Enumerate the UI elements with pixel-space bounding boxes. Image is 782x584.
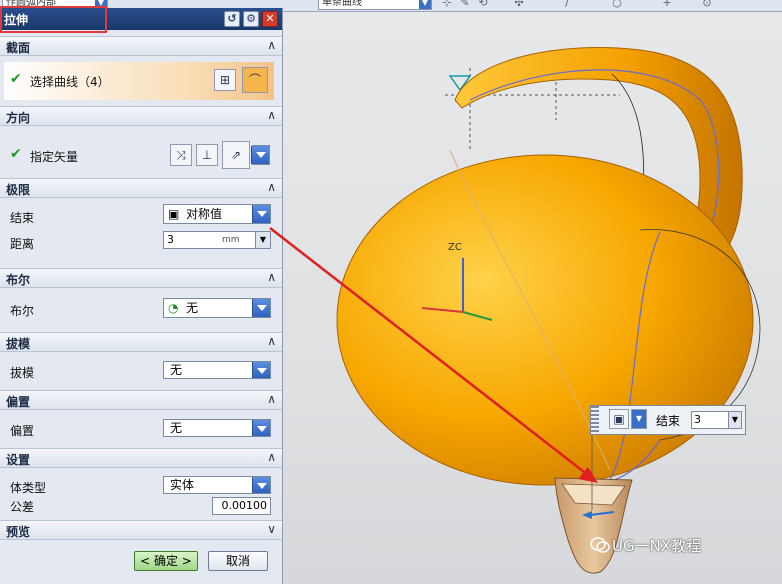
offset-body: 偏置 无 [0,410,282,448]
handle-end-value-input[interactable]: 3 [691,411,729,429]
chevron-down-icon: ∨ [267,522,276,536]
boolean-header-label: 布尔 [6,273,31,287]
spin-down-icon[interactable]: ▼ [728,411,742,429]
direction-header-label: 方向 [6,111,31,125]
vector-dialog-icon[interactable]: ⊥ [196,144,218,166]
direction-header[interactable]: 方向 ∧ [0,106,282,126]
offset-header-label: 偏置 [6,395,31,409]
end-limit-onscreen-input: ▣ ▼ 结束 3 ▼ [590,405,746,435]
body-type-select[interactable]: 实体 [163,476,271,494]
select-curve-label: 选择曲线（4） [30,75,110,89]
distance-unit: mm [222,235,240,245]
drag-grip-icon[interactable] [591,406,599,434]
sketch-section-icon[interactable]: ⊞ [214,69,236,91]
offset-select[interactable]: 无 [163,419,271,437]
chevron-down-icon [252,299,270,317]
ok-button[interactable]: < 确定 > [134,551,198,571]
end-type-value: 对称值 [186,207,223,221]
draft-body: 拔模 无 [0,352,282,390]
boolean-none-icon: ◔ [168,301,179,315]
preview-header-label: 预览 [6,525,31,539]
watermark-text: UG一NX教程 [612,537,702,555]
tolerance-label: 公差 [10,500,35,514]
chevron-down-icon[interactable]: ▼ [631,409,647,429]
section-header-label: 截面 [6,41,31,55]
vector-inferred-icon[interactable]: ⇗ [222,141,250,169]
chevron-up-icon: ∧ [267,270,276,284]
settings-body: 体类型 实体 公差 0.00100 [0,468,282,520]
direction-body: ✔ 指定矢量 ⤨ ⊥ ⇗ [0,126,282,178]
section-body: ✔ 选择曲线（4） ⊞ ⌒ [0,56,282,106]
offset-value: 无 [170,421,183,435]
limits-header[interactable]: 极限 ∧ [0,178,282,198]
limits-header-label: 极限 [6,183,31,197]
check-icon: ✔ [10,71,22,87]
chevron-up-icon: ∧ [267,180,276,194]
draft-label: 拔模 [10,366,35,380]
chevron-down-icon [252,205,270,223]
boolean-label: 布尔 [10,304,35,318]
limits-body: 结束 ▣ 对称值 距离 3 mm ▼ [0,198,282,260]
draft-header[interactable]: 拔模 ∧ [0,332,282,352]
boolean-body: 布尔 ◔ 无 [0,288,282,332]
curve-select-icon[interactable]: ⌒ [242,67,268,93]
chevron-up-icon: ∧ [267,334,276,348]
offset-header[interactable]: 偏置 ∧ [0,390,282,410]
cube-icon: ▣ [168,207,180,221]
settings-header-label: 设置 [6,453,31,467]
chevron-down-icon [252,362,270,378]
extrude-dialog: 拉伸 ↺ ⚙ ✕ 截面 ∧ ✔ 选择曲线（4） ⊞ ⌒ 方向 ∧ ✔ 指定矢量 … [0,8,283,584]
boolean-header[interactable]: 布尔 ∧ [0,268,282,288]
settings-header[interactable]: 设置 ∧ [0,448,282,468]
chevron-up-icon: ∧ [267,38,276,52]
draft-select[interactable]: 无 [163,361,271,379]
body-type-value: 实体 [170,478,195,492]
preview-header[interactable]: 预览 ∨ [0,520,282,540]
axis-zc-label: ZC [448,242,462,253]
dialog-title: 拉伸 [4,13,29,27]
dialog-titlebar[interactable]: 拉伸 ↺ ⚙ ✕ [0,8,282,30]
end-label: 结束 [10,211,35,225]
chevron-down-icon [252,477,270,493]
wechat-icon [590,537,610,553]
section-header[interactable]: 截面 ∧ [0,36,282,56]
chevron-up-icon: ∧ [267,450,276,464]
boolean-select[interactable]: ◔ 无 [163,298,271,318]
handle-end-label: 结束 [656,414,681,428]
kettle-body[interactable] [336,154,754,486]
specify-vector-label: 指定矢量 [30,150,79,164]
distance-label: 距离 [10,237,35,251]
offset-label: 偏置 [10,424,35,438]
reverse-direction-icon[interactable]: ⤨ [170,144,192,166]
distance-value: 3 [167,233,174,246]
end-type-select[interactable]: ▣ 对称值 [163,204,271,224]
chevron-up-icon: ∧ [267,392,276,406]
vector-type-dropdown[interactable] [251,145,270,165]
reset-icon[interactable]: ↺ [224,11,240,27]
draft-header-label: 拔模 [6,337,31,351]
close-icon[interactable]: ✕ [262,11,278,27]
body-type-label: 体类型 [10,481,47,495]
spin-down-icon[interactable]: ▼ [255,232,270,248]
draft-value: 无 [170,363,183,377]
check-icon: ✔ [10,146,22,162]
boolean-value: 无 [186,301,199,315]
cancel-button[interactable]: 取消 [208,551,268,571]
cube-icon[interactable]: ▣ [609,409,629,429]
chevron-down-icon [252,420,270,436]
distance-input[interactable]: 3 mm ▼ [163,231,271,249]
tolerance-input[interactable]: 0.00100 [212,497,271,515]
gear-icon[interactable]: ⚙ [243,11,259,27]
chevron-up-icon: ∧ [267,108,276,122]
